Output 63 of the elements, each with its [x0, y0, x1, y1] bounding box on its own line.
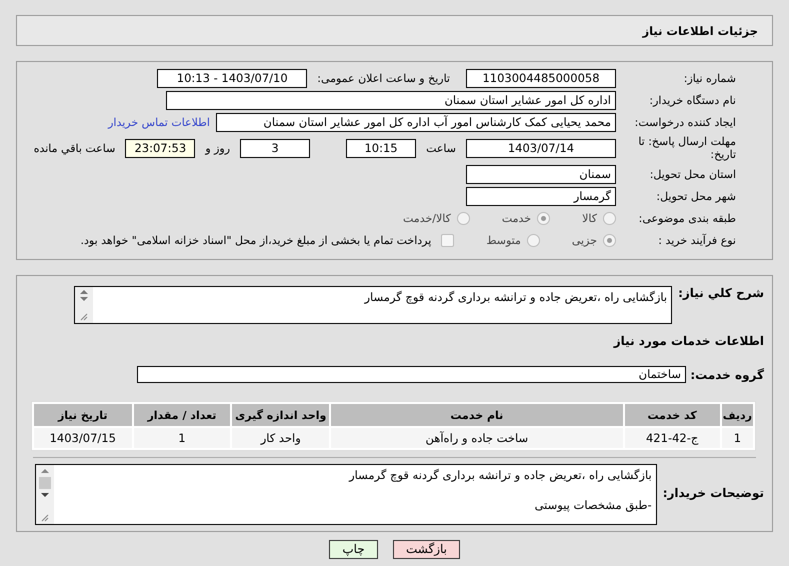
resize-grip-icon[interactable] [80, 313, 88, 321]
remaining-time-field: 23:07:53 [125, 138, 196, 158]
field-label: شرح کلي نیاز: [678, 286, 764, 300]
back-button[interactable]: بازگشت [393, 540, 460, 559]
radio-label: متوسط [486, 234, 521, 246]
table-cell: 1 [134, 428, 230, 448]
field-label: ایجاد کننده درخواست: [634, 116, 736, 128]
table-cell: 1403/07/15 [34, 428, 132, 448]
summary-text-area[interactable]: بازگشایی راه ،تعریض جاده و ترانشه برداری گردنه قوچ گرمسار [74, 286, 672, 324]
field-label: شماره نیاز: [682, 72, 736, 84]
field-label: ساعت باقي مانده [32, 142, 116, 154]
buyer-name-field: اداره کل امور عشایر استان سمنان [166, 90, 616, 110]
field-label: روز و [204, 142, 232, 154]
field-label: نام دستگاه خریدار: [648, 94, 736, 106]
service-group-field: ساختمان [137, 366, 686, 383]
notes-line: بازگشایی راه ،تعریض جاده و ترانشه برداری گردنه قوچ گرمسار [348, 467, 652, 483]
column-header: واحد اندازه گیری [232, 404, 330, 426]
print-button[interactable]: چاپ [329, 540, 378, 559]
radio-label: کالا/خدمت [403, 212, 451, 224]
checkbox[interactable] [441, 234, 454, 246]
column-header: ردیف [722, 404, 753, 426]
field-label: استان محل تحویل: [648, 168, 736, 180]
field-label: ساعت [425, 142, 457, 154]
field-label: نوع فرآیند خرید : [657, 234, 736, 246]
deadline-date-field: 1403/07/14 [466, 138, 616, 158]
field-label: مهلت ارسال پاسخ: تا تاریخ: [637, 135, 736, 161]
need-number-field: 1103004485000058 [466, 68, 616, 88]
radio-button[interactable] [537, 212, 550, 224]
summary-text: بازگشایی راه ،تعریض جاده و ترانشه برداری گردنه قوچ گرمسار [363, 289, 668, 306]
column-header: نام خدمت [331, 404, 623, 426]
announce-date-field: 1403/07/10 - 10:13 [157, 68, 308, 88]
deadline-time-field: 10:15 [346, 138, 416, 158]
field-label: طبقه بندی موضوعی: [638, 212, 736, 224]
radio-button[interactable] [603, 212, 616, 224]
radio-label: جزیی [572, 234, 597, 246]
creator-field: محمد یحیایی کمک کارشناس امور آب اداره کل امور عشایر استان سمنان [216, 112, 616, 132]
days-field: 3 [240, 138, 310, 158]
checkbox-label: پرداخت تمام یا بخشی از مبلغ خرید،از محل "اسناد خزانه اسلامی" خواهد بود. [80, 234, 432, 246]
notes-line: -طبق مشخصات پیوستی [534, 497, 652, 513]
field-label: شهر محل تحویل: [655, 190, 736, 202]
city-field: گرمسار [466, 186, 616, 206]
field-label: توضیحات خریدار: [662, 486, 764, 500]
radio-button[interactable] [603, 234, 616, 246]
notes-text-area[interactable]: بازگشایی راه ،تعریض جاده و ترانشه برداری گردنه قوچ گرمسار -طبق مشخصات پیوستی [35, 464, 657, 525]
resize-grip-icon[interactable] [41, 514, 49, 522]
field-label: تاریخ و ساعت اعلان عمومی: [316, 72, 451, 84]
radio-label: کالا [582, 212, 597, 224]
radio-button[interactable] [456, 212, 470, 224]
radio-label: خدمت [502, 212, 532, 224]
field-label: گروه خدمت: [692, 368, 764, 382]
table-cell: ج-42-421 [624, 428, 720, 448]
page-title: جزئیات اطلاعات نیاز [642, 24, 758, 38]
radio-button[interactable] [526, 234, 540, 246]
table-cell: ساخت جاده و راه‌آهن [331, 428, 623, 448]
section-heading: اطلاعات خدمات مورد نیاز [612, 333, 765, 348]
contact-link[interactable]: اطلاعات تماس خریدار [108, 116, 210, 128]
table-cell: واحد کار [232, 428, 330, 448]
scroll-arrows-icon[interactable] [79, 289, 89, 302]
table-cell: 1 [722, 428, 753, 448]
column-header: کد خدمت [624, 404, 720, 426]
province-field: سمنان [466, 164, 616, 184]
column-header: تعداد / مقدار [134, 404, 230, 426]
column-header: تاریخ نیاز [34, 404, 132, 426]
